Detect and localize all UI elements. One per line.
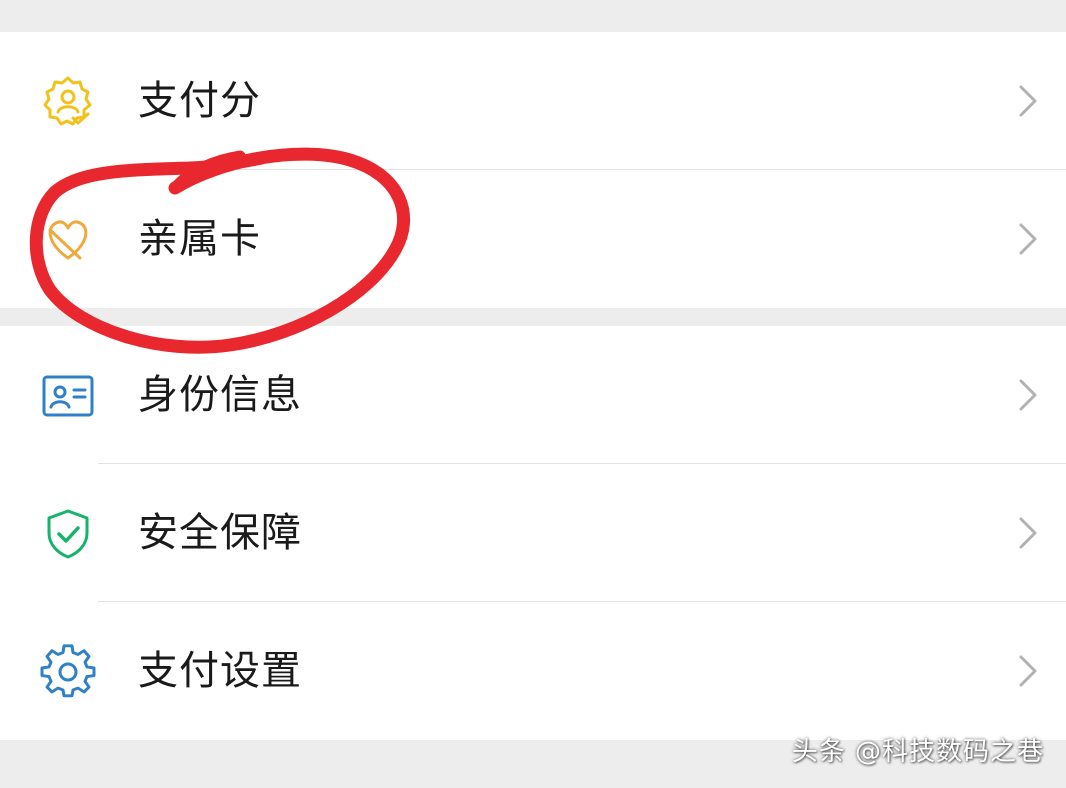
menu-item-label: 支付设置	[138, 648, 302, 694]
menu-item-label: 身份信息	[138, 372, 302, 418]
family-card-icon	[40, 212, 96, 268]
chevron-right-icon	[1016, 653, 1040, 689]
menu-item-family-card[interactable]: 亲属卡	[0, 170, 1066, 308]
id-card-icon	[40, 368, 96, 424]
menu-item-label: 亲属卡	[138, 216, 261, 262]
menu-group-2: 身份信息 安全保障 支付设置	[0, 326, 1066, 740]
menu-item-payscore[interactable]: 支付分	[0, 32, 1066, 170]
chevron-right-icon	[1016, 377, 1040, 413]
menu-item-security[interactable]: 安全保障	[0, 464, 1066, 602]
payscore-badge-icon	[40, 74, 96, 130]
chevron-right-icon	[1016, 221, 1040, 257]
menu-group-1: 支付分 亲属卡	[0, 32, 1066, 308]
chevron-right-icon	[1016, 515, 1040, 551]
menu-item-label: 支付分	[138, 78, 261, 124]
menu-item-pay-settings[interactable]: 支付设置	[0, 602, 1066, 740]
chevron-right-icon	[1016, 83, 1040, 119]
shield-check-icon	[40, 506, 96, 562]
menu-item-label: 安全保障	[138, 510, 302, 556]
gear-icon	[40, 644, 96, 700]
menu-item-identity[interactable]: 身份信息	[0, 326, 1066, 464]
watermark: 头条 @科技数码之巷	[791, 737, 1044, 767]
